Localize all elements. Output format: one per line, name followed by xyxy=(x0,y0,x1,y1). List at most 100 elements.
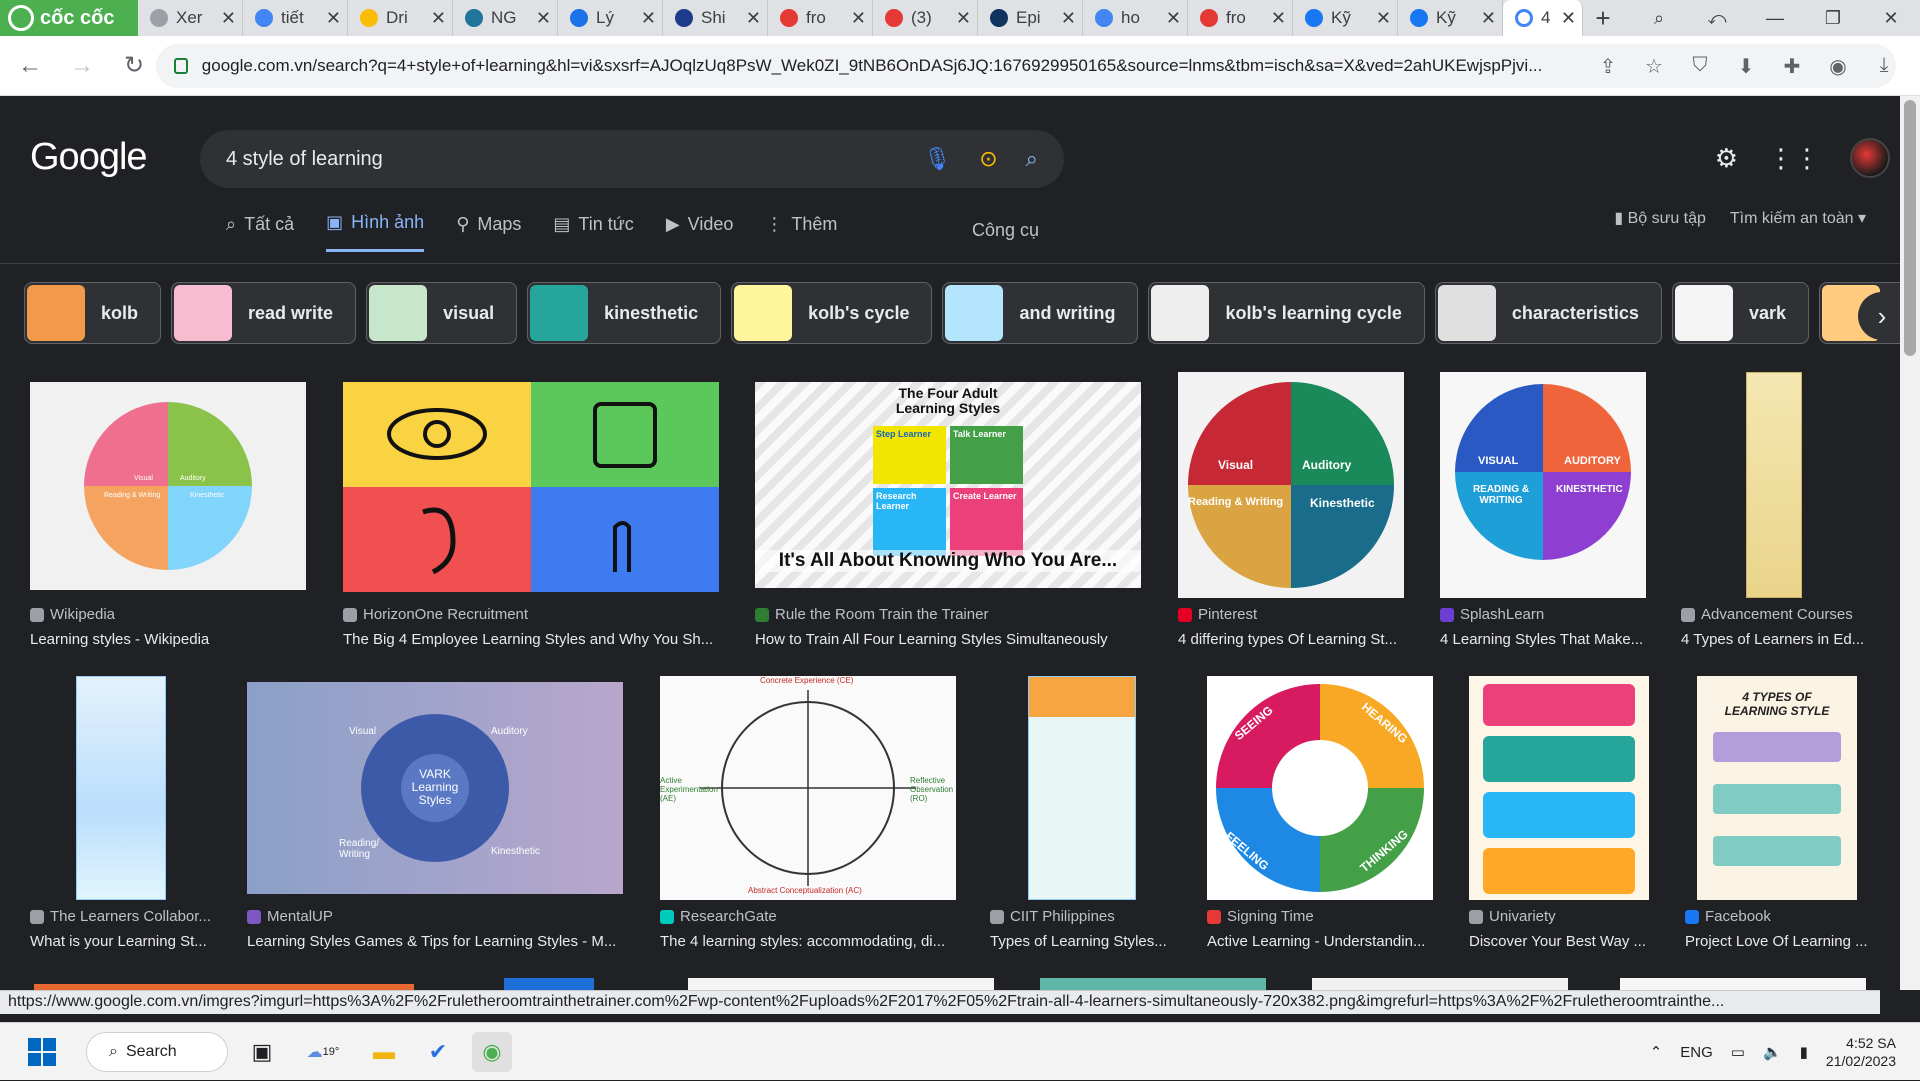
close-icon[interactable]: ✕ xyxy=(1481,8,1496,29)
lock-icon[interactable] xyxy=(174,58,188,74)
browser-tab[interactable]: Epi ✕ xyxy=(978,0,1083,36)
related-search-chip[interactable]: kinesthetic xyxy=(527,282,722,344)
close-icon[interactable]: ✕ xyxy=(956,8,971,29)
close-icon[interactable]: ✕ xyxy=(851,8,866,29)
browser-tab[interactable]: (3) ✕ xyxy=(873,0,978,36)
browser-tab[interactable]: ho ✕ xyxy=(1083,0,1188,36)
windows-start-icon[interactable] xyxy=(28,1037,56,1066)
result-thumbnail[interactable]: 4 TYPES OF LEARNING STYLE xyxy=(1697,676,1857,900)
tools-button[interactable]: Công cụ xyxy=(972,220,1039,241)
close-icon[interactable]: ✕ xyxy=(326,8,341,29)
related-search-chip[interactable]: read write xyxy=(171,282,357,344)
display-icon[interactable]: ▭ xyxy=(1731,1043,1745,1061)
result-thumbnail[interactable] xyxy=(76,676,166,900)
result-title[interactable]: The 4 learning styles: accommodating, di… xyxy=(660,933,956,950)
microphone-icon[interactable]: 🎙 xyxy=(923,146,951,172)
coccoc-menu-button[interactable]: cốc cốc xyxy=(0,0,138,36)
result-source[interactable]: SplashLearn xyxy=(1460,606,1544,623)
url-text[interactable]: google.com.vn/search?q=4+style+of+learni… xyxy=(202,56,1572,76)
browser-tab[interactable]: fro ✕ xyxy=(1188,0,1293,36)
result-thumbnail[interactable]: The Four Adult Learning Styles Step Lear… xyxy=(755,382,1141,588)
google-logo[interactable]: Google xyxy=(30,136,148,179)
close-icon[interactable]: ✕ xyxy=(221,8,236,29)
image-result-partial[interactable] xyxy=(1040,978,1266,990)
browser-tab[interactable]: Kỹ ✕ xyxy=(1398,0,1503,36)
profile-icon[interactable]: ◉ xyxy=(1826,54,1850,79)
result-thumbnail[interactable] xyxy=(343,382,719,592)
address-bar[interactable]: google.com.vn/search?q=4+style+of+learni… xyxy=(156,44,1896,88)
search-box[interactable]: 4 style of learning 🎙 ⊙ ⌕ xyxy=(200,130,1064,188)
apps-grid-icon[interactable]: ⋮⋮ xyxy=(1768,143,1820,174)
tab-active[interactable]: 4 s ✕ xyxy=(1503,0,1583,36)
result-title[interactable]: How to Train All Four Learning Styles Si… xyxy=(755,631,1141,648)
coccoc-browser-icon[interactable]: ◉ xyxy=(472,1031,512,1072)
reload-button[interactable]: ↻ xyxy=(112,44,156,88)
result-source[interactable]: Univariety xyxy=(1489,908,1556,925)
related-search-chip[interactable]: characteristics xyxy=(1434,282,1662,344)
result-source[interactable]: Rule the Room Train the Trainer xyxy=(775,606,988,623)
tab-video[interactable]: ▶ Video xyxy=(666,212,734,252)
safesearch-dropdown[interactable]: Tìm kiếm an toàn ▾ xyxy=(1730,208,1866,228)
camera-lens-icon[interactable]: ⊙ xyxy=(979,146,997,172)
result-thumbnail[interactable] xyxy=(1746,372,1802,598)
restore-tabs-icon[interactable]: ⤺ xyxy=(1688,0,1746,36)
volume-icon[interactable]: 🔈 xyxy=(1763,1043,1782,1061)
result-thumbnail[interactable]: VARK Learning Styles Visual Auditory Rea… xyxy=(247,682,623,894)
tab-map-pin[interactable]: ⚲ Maps xyxy=(456,212,521,252)
tab-more[interactable]: ⋮ Thêm xyxy=(765,212,837,252)
result-thumbnail[interactable]: Visual Auditory Reading & Writing Kinest… xyxy=(30,382,306,590)
browser-tab[interactable]: Kỹ ✕ xyxy=(1293,0,1398,36)
result-title[interactable]: The Big 4 Employee Learning Styles and W… xyxy=(343,631,719,648)
taskbar-search-button[interactable]: ⌕ Search xyxy=(86,1031,228,1072)
close-window-button[interactable]: ✕ xyxy=(1862,0,1920,36)
close-icon[interactable]: ✕ xyxy=(431,8,446,29)
result-title[interactable]: 4 Types of Learners in Ed... xyxy=(1681,631,1871,648)
task-view-icon[interactable]: ▣ xyxy=(242,1032,282,1072)
tray-chevron-up-icon[interactable]: ⌃ xyxy=(1650,1043,1663,1061)
related-search-chip[interactable]: kolb xyxy=(24,282,162,344)
browser-tab[interactable]: fro ✕ xyxy=(768,0,873,36)
scrollbar-thumb[interactable] xyxy=(1904,100,1916,356)
result-thumbnail[interactable] xyxy=(1028,676,1136,900)
result-title[interactable]: Discover Your Best Way ... xyxy=(1469,933,1649,950)
browser-tab[interactable]: tiết ✕ xyxy=(243,0,348,36)
avatar[interactable] xyxy=(1850,138,1890,178)
battery-icon[interactable]: ▮ xyxy=(1800,1043,1808,1061)
result-source[interactable]: The Learners Collabor... xyxy=(50,908,211,925)
tab-image[interactable]: ▣ Hình ảnh xyxy=(326,212,425,252)
minimize-button[interactable]: — xyxy=(1746,0,1804,36)
tab-news[interactable]: ▤ Tin tức xyxy=(553,212,633,252)
result-source[interactable]: Facebook xyxy=(1705,908,1771,925)
browser-tab[interactable]: Lý ✕ xyxy=(558,0,663,36)
result-source[interactable]: Pinterest xyxy=(1198,606,1257,623)
file-explorer-icon[interactable]: ▬ xyxy=(364,1032,404,1072)
result-source[interactable]: ResearchGate xyxy=(680,908,777,925)
result-title[interactable]: Project Love Of Learning ... xyxy=(1685,933,1875,950)
browser-tab[interactable]: Xer ✕ xyxy=(138,0,243,36)
forward-button[interactable]: → xyxy=(60,44,104,88)
result-source[interactable]: Signing Time xyxy=(1227,908,1314,925)
maximize-button[interactable]: ❐ xyxy=(1804,0,1862,36)
result-source[interactable]: Advancement Courses xyxy=(1701,606,1853,623)
result-thumbnail[interactable]: Visual Auditory Reading & Writing Kinest… xyxy=(1178,372,1404,598)
image-result-partial[interactable] xyxy=(1620,978,1866,990)
related-search-chip[interactable]: vark xyxy=(1671,282,1809,344)
image-result-partial[interactable] xyxy=(1312,978,1568,990)
result-title[interactable]: What is your Learning St... xyxy=(30,933,220,950)
close-icon[interactable]: ✕ xyxy=(1271,8,1286,29)
todo-app-icon[interactable]: ✔ xyxy=(418,1032,458,1072)
clock[interactable]: 4:52 SA 21/02/2023 xyxy=(1826,1034,1896,1070)
tab-search-icon[interactable]: ⌕ xyxy=(1630,0,1688,36)
result-title[interactable]: 4 differing types Of Learning St... xyxy=(1178,631,1404,648)
result-thumbnail[interactable]: Concrete Experience (CE) Active Experime… xyxy=(660,676,956,900)
language-indicator[interactable]: ENG xyxy=(1680,1044,1713,1061)
result-source[interactable]: Wikipedia xyxy=(50,606,115,623)
related-search-chip[interactable]: kolb's learning cycle xyxy=(1148,282,1425,344)
image-result-partial[interactable] xyxy=(688,978,994,990)
result-thumbnail[interactable]: VISUAL AUDITORY READING & WRITING KINEST… xyxy=(1440,372,1646,598)
page-scrollbar[interactable] xyxy=(1900,96,1920,990)
result-source[interactable]: CIIT Philippines xyxy=(1010,908,1115,925)
image-result-partial[interactable] xyxy=(504,978,594,990)
search-icon[interactable]: ⌕ xyxy=(1026,146,1038,172)
result-title[interactable]: Types of Learning Styles... xyxy=(990,933,1180,950)
